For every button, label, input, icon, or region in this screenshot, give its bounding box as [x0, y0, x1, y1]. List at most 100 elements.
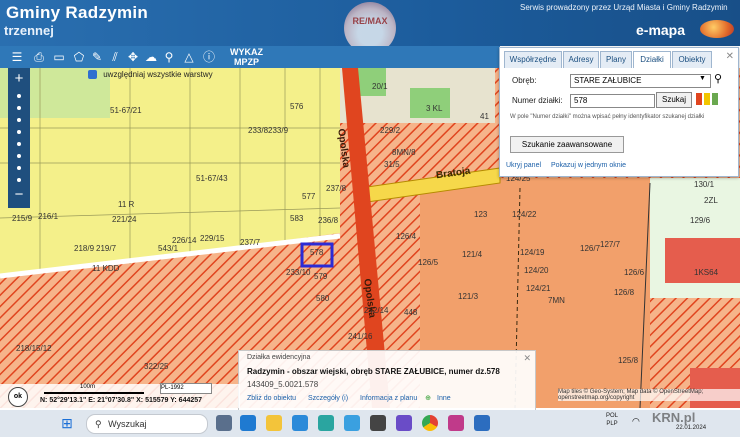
rectangle-select-icon[interactable]: ▭ — [50, 48, 68, 66]
parcel-label: 130/1 — [694, 180, 715, 189]
color-swatch-green[interactable] — [712, 93, 718, 105]
zoom-control: + − — [8, 68, 30, 208]
plus-icon[interactable]: ⊕ — [425, 395, 431, 402]
app-subtitle: trzennej — [4, 23, 54, 38]
parcel-label: 41 — [480, 112, 489, 121]
search-button[interactable]: Szukaj — [656, 92, 692, 108]
taskbar-search[interactable]: ⚲ Wyszukaj — [86, 414, 208, 434]
tab-wspolrzedne[interactable]: Współrzędne — [504, 51, 562, 68]
mpzp-label: MPZP — [233, 57, 259, 67]
color-swatch-yellow[interactable] — [704, 93, 710, 105]
projection-select[interactable]: PL-1992 — [160, 383, 212, 394]
zoom-level-dot[interactable] — [17, 118, 21, 122]
coordinates-readout: N: 52°29'13.1" E: 21°07'30.8" X: 515579 … — [40, 397, 203, 404]
wykaz-mpzp-button[interactable]: WYKAZ MPZP — [230, 47, 263, 67]
cloud-icon[interactable]: ☁ — [142, 48, 160, 66]
info-icon[interactable]: ⓘ — [200, 48, 218, 66]
windows-start-icon[interactable]: ⊞ — [58, 414, 76, 432]
search-icon[interactable]: ⚲ — [714, 72, 722, 85]
hide-panel-link[interactable]: Ukryj panel — [506, 162, 541, 169]
task-view-icon[interactable] — [216, 415, 232, 431]
search-panel: Współrzędne Adresy Plany Działki Obiekty… — [499, 47, 739, 177]
emapa-logo[interactable]: e-mapa — [636, 22, 685, 38]
chevron-down-icon[interactable]: ▼ — [699, 75, 706, 82]
app-icon[interactable] — [396, 415, 412, 431]
zoom-in-button[interactable]: + — [8, 70, 30, 88]
parcel-label: 51-67/21 — [110, 106, 142, 115]
details-link[interactable]: Szczegóły (i) — [308, 395, 348, 402]
layout-code: PLP — [606, 421, 618, 427]
parcel-label: 126/6 — [624, 268, 645, 277]
word-icon[interactable] — [474, 415, 490, 431]
zoom-level-dot[interactable] — [17, 142, 21, 146]
zone-label: 3 KL — [426, 104, 443, 113]
scale-bar — [44, 392, 144, 394]
krn-watermark: KRN.pl — [652, 410, 696, 425]
zoom-level-dot[interactable] — [17, 166, 21, 170]
green-parcel — [410, 88, 450, 118]
tab-adresy[interactable]: Adresy — [563, 51, 599, 68]
dzialka-label: Numer działki: — [512, 96, 563, 105]
parcel-label: 11 R — [118, 200, 135, 209]
parcel-label: 124/19 — [520, 248, 545, 257]
store-icon[interactable] — [344, 415, 360, 431]
measure-icon[interactable]: △ — [180, 48, 198, 66]
parcel-label: 218/9 — [74, 244, 95, 253]
tab-obiekty[interactable]: Obiekty — [672, 51, 712, 68]
close-icon[interactable]: ✕ — [726, 51, 734, 62]
zoom-level-dot[interactable] — [17, 130, 21, 134]
tab-plany[interactable]: Plany — [600, 51, 632, 68]
chrome-icon[interactable] — [422, 415, 438, 431]
all-layers-checkbox[interactable]: uwzględniaj wszystkie warstwy — [88, 70, 213, 80]
widgets-icon[interactable] — [240, 415, 256, 431]
tab-dzialki[interactable]: Działki — [633, 51, 671, 68]
language-code: POL — [606, 413, 619, 419]
taskbar-date: 22.01.2024 — [676, 425, 707, 431]
parcel-label: 1KS64 — [694, 268, 719, 277]
advanced-search-button[interactable]: Szukanie zaawansowane — [510, 136, 624, 153]
zoom-level-dot[interactable] — [17, 178, 21, 182]
print-icon[interactable]: ⎙ — [30, 48, 48, 66]
red-parcel-2 — [690, 368, 740, 408]
wykaz-label: WYKAZ — [230, 47, 263, 57]
parcel-label: 237/7 — [240, 238, 261, 247]
edge-icon[interactable] — [318, 415, 334, 431]
plan-info-link[interactable]: Informacja z planu — [360, 395, 417, 402]
menu-icon[interactable]: ☰ — [8, 48, 26, 66]
mail-icon[interactable] — [292, 415, 308, 431]
language-indicator[interactable]: POL PLP — [606, 412, 618, 428]
dzialka-number-input[interactable]: 578 — [570, 94, 655, 108]
link-icon[interactable]: ⚲ — [160, 48, 178, 66]
ok-button[interactable]: ok — [8, 387, 28, 407]
parcel-label: 578 — [310, 248, 324, 257]
parcel-label: 121/4 — [462, 250, 483, 259]
parcel-label: 126/7 — [580, 244, 601, 253]
zoom-level-dot[interactable] — [17, 94, 21, 98]
file-explorer-icon[interactable] — [266, 415, 282, 431]
color-swatch-red[interactable] — [696, 93, 702, 105]
hatch-icon[interactable]: ⫽ — [106, 48, 124, 66]
parcel-label: 219/7 — [96, 244, 117, 253]
pan-icon[interactable]: ✥ — [124, 48, 142, 66]
parcel-label: 126/4 — [396, 232, 417, 241]
zoom-out-button[interactable]: − — [8, 186, 30, 204]
zoom-to-object-link[interactable]: Zbliż do obiektu — [247, 395, 296, 402]
parcel-label: 236/8 — [318, 216, 339, 225]
app-icon-2[interactable] — [448, 415, 464, 431]
single-window-link[interactable]: Pokazuj w jednym oknie — [551, 162, 626, 169]
settings-icon[interactable] — [370, 415, 386, 431]
parcel-label: 233/8 — [248, 126, 269, 135]
search-icon: ⚲ — [95, 419, 102, 429]
comment-icon[interactable]: ✎ — [88, 48, 106, 66]
wifi-icon[interactable]: ◠ — [632, 416, 640, 427]
close-icon[interactable]: ✕ — [523, 353, 531, 364]
zoom-level-dot[interactable] — [17, 154, 21, 158]
zoom-level-dot[interactable] — [17, 106, 21, 110]
zone-label: 7MN — [548, 296, 565, 305]
parcel-label: 11 KDD — [92, 264, 120, 273]
polygon-icon[interactable]: ⬠ — [70, 48, 88, 66]
obreb-select[interactable]: STARE ZAŁUBICE — [570, 74, 711, 88]
app-title: Gminy Radzymin — [6, 3, 149, 22]
other-link[interactable]: Inne — [437, 395, 451, 402]
toolbar: ☰ ⎙ ▭ ⬠ ✎ ⫽ ✥ ☁ ⚲ △ ⓘ WYKAZ MPZP — [0, 46, 500, 68]
